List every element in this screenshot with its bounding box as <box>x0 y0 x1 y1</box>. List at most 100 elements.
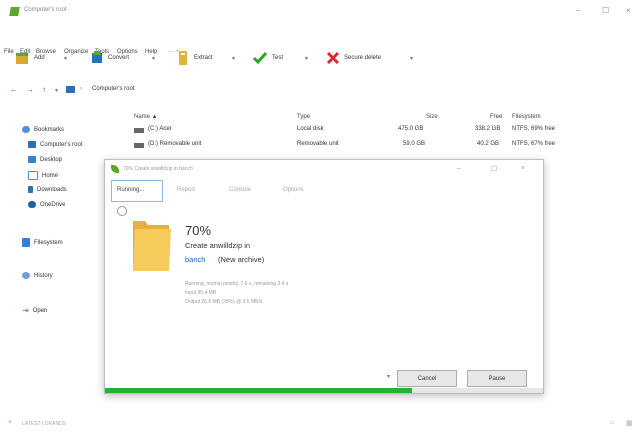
star-icon <box>22 126 30 133</box>
add-dropdown-icon[interactable]: ▾ <box>64 55 67 62</box>
leaf-icon <box>111 165 119 173</box>
column-free[interactable]: Free <box>490 114 502 120</box>
convert-icon <box>92 51 102 63</box>
delete-x-icon <box>326 51 340 65</box>
input-size-text: Input 95.4 MB <box>185 290 217 296</box>
extract-icon <box>179 51 187 65</box>
convert-button[interactable]: Convert <box>90 50 129 66</box>
folder-icon <box>133 221 171 271</box>
run-status-text: Running, normal priority, 7.6 s, remaini… <box>185 281 289 287</box>
sidebar-item-downloads[interactable]: Downloads <box>28 186 67 193</box>
minimize-button[interactable]: – <box>576 6 580 15</box>
operation-text: Create anwilldzip in <box>185 241 251 250</box>
desktop-icon <box>28 156 36 163</box>
address-bar: ← → ↑ ▾ › Computer's root <box>0 84 640 98</box>
test-label: Test <box>272 55 284 61</box>
title-bar: Computer's root – ☐ × <box>0 0 640 22</box>
status-plus-icon[interactable]: + <box>8 419 12 426</box>
sidebar-label: Bookmarks <box>34 126 65 133</box>
dialog-minimize-button[interactable]: – <box>457 165 461 172</box>
download-icon <box>28 186 33 193</box>
column-name[interactable]: Name ▲ <box>134 114 158 120</box>
drive-icon <box>134 143 144 148</box>
cloud-icon <box>28 201 36 208</box>
drive-icon <box>134 128 144 133</box>
test-button[interactable]: Test <box>252 50 283 66</box>
sidebar-item-history[interactable]: History <box>22 272 53 279</box>
archive-status: (New archive) <box>218 255 265 264</box>
progress-bar-fill <box>105 388 412 393</box>
row-size: 475.0 GB <box>398 126 424 132</box>
progress-bar <box>105 388 543 393</box>
column-filesystem[interactable]: Filesystem <box>512 114 541 120</box>
row-filesystem: NTFS, 69% free <box>512 126 556 132</box>
close-button[interactable]: × <box>626 6 631 15</box>
history-dropdown-icon[interactable]: ▾ <box>55 87 58 94</box>
filesystem-icon <box>22 238 30 247</box>
cancel-button[interactable]: Cancel <box>397 370 457 387</box>
convert-label: Convert <box>108 55 130 61</box>
open-arrow-icon: ⇥ <box>22 306 29 315</box>
status-bar: + LATEST LORANDS ⌂ ▦ <box>0 418 640 432</box>
extract-button[interactable]: Extract <box>176 50 213 66</box>
column-type[interactable]: Type <box>297 114 310 120</box>
window-title: Computer's root <box>24 7 67 13</box>
tab-console[interactable]: Console <box>229 187 251 193</box>
sidebar-item-open[interactable]: ⇥ Open <box>22 306 47 315</box>
sidebar-item-filesystem[interactable]: Filesystem <box>22 238 63 247</box>
progress-percent: 70% <box>185 223 212 238</box>
extract-label: Extract <box>194 55 213 61</box>
sidebar-label: Desktop <box>40 156 63 163</box>
tab-options[interactable]: Options <box>283 187 304 193</box>
history-icon <box>22 272 30 279</box>
status-text: LATEST LORANDS <box>22 421 66 427</box>
test-dropdown-icon[interactable]: ▾ <box>305 55 308 62</box>
add-archive-icon <box>16 53 28 64</box>
sidebar-item-onedrive[interactable]: OneDrive <box>28 201 65 208</box>
sidebar-item-home[interactable]: Home <box>28 171 58 180</box>
archive-name-link[interactable]: banch <box>185 255 205 264</box>
row-name: (D:) Removable unit <box>148 141 202 147</box>
tab-running-label: Running... <box>117 187 145 193</box>
row-type: Local disk <box>297 126 324 132</box>
forward-arrow-icon[interactable]: → <box>26 85 34 94</box>
row-name: (C:) Acer <box>148 126 172 132</box>
computer-icon <box>28 141 36 148</box>
secure-delete-label: Secure delete <box>344 55 382 61</box>
maximize-button[interactable]: ☐ <box>602 6 609 15</box>
sidebar-item-desktop[interactable]: Desktop <box>28 156 62 163</box>
home-icon <box>28 171 38 180</box>
row-type: Removable unit <box>297 141 339 147</box>
address-path[interactable]: Computer's root <box>92 86 135 92</box>
convert-dropdown-icon[interactable]: ▾ <box>152 55 155 62</box>
sidebar-label: Home <box>42 172 59 179</box>
up-arrow-icon[interactable]: ↑ <box>42 85 46 94</box>
row-free: 338.2 GB <box>475 126 501 132</box>
checkmark-icon <box>252 52 268 65</box>
app-logo-icon <box>9 7 20 16</box>
grid-icon[interactable]: ▦ <box>626 419 633 427</box>
dialog-close-button[interactable]: × <box>521 165 525 172</box>
row-size: 59.0 GB <box>403 141 426 147</box>
back-arrow-icon[interactable]: ← <box>10 85 18 94</box>
tab-report[interactable]: Report <box>177 187 195 193</box>
sidebar-label: Computer's root <box>40 141 83 148</box>
sidebar-item-computers-root[interactable]: Computer's root <box>28 141 83 148</box>
extract-dropdown-icon[interactable]: ▾ <box>232 55 235 62</box>
secure-delete-button[interactable]: Secure delete <box>326 50 381 66</box>
secure-delete-dropdown-icon[interactable]: ▾ <box>410 55 413 62</box>
pause-button[interactable]: Pause <box>467 370 527 387</box>
add-button[interactable]: Add <box>14 50 45 66</box>
after-completion-dropdown-icon[interactable]: ▾ <box>387 373 390 380</box>
sidebar-item-bookmarks[interactable]: Bookmarks <box>22 126 64 133</box>
path-separator-icon: › <box>80 86 82 92</box>
sidebar-label: Filesystem <box>34 239 63 246</box>
column-size[interactable]: Size <box>426 114 438 120</box>
spinner-icon <box>117 206 127 216</box>
add-label: Add <box>34 55 45 61</box>
dialog-maximize-button[interactable]: ☐ <box>491 165 497 173</box>
sidebar-label: OneDrive <box>40 201 66 208</box>
sidebar-label: History <box>34 272 53 279</box>
lock-icon: ⌂ <box>610 419 615 426</box>
row-filesystem: NTFS, 67% free <box>512 141 556 147</box>
